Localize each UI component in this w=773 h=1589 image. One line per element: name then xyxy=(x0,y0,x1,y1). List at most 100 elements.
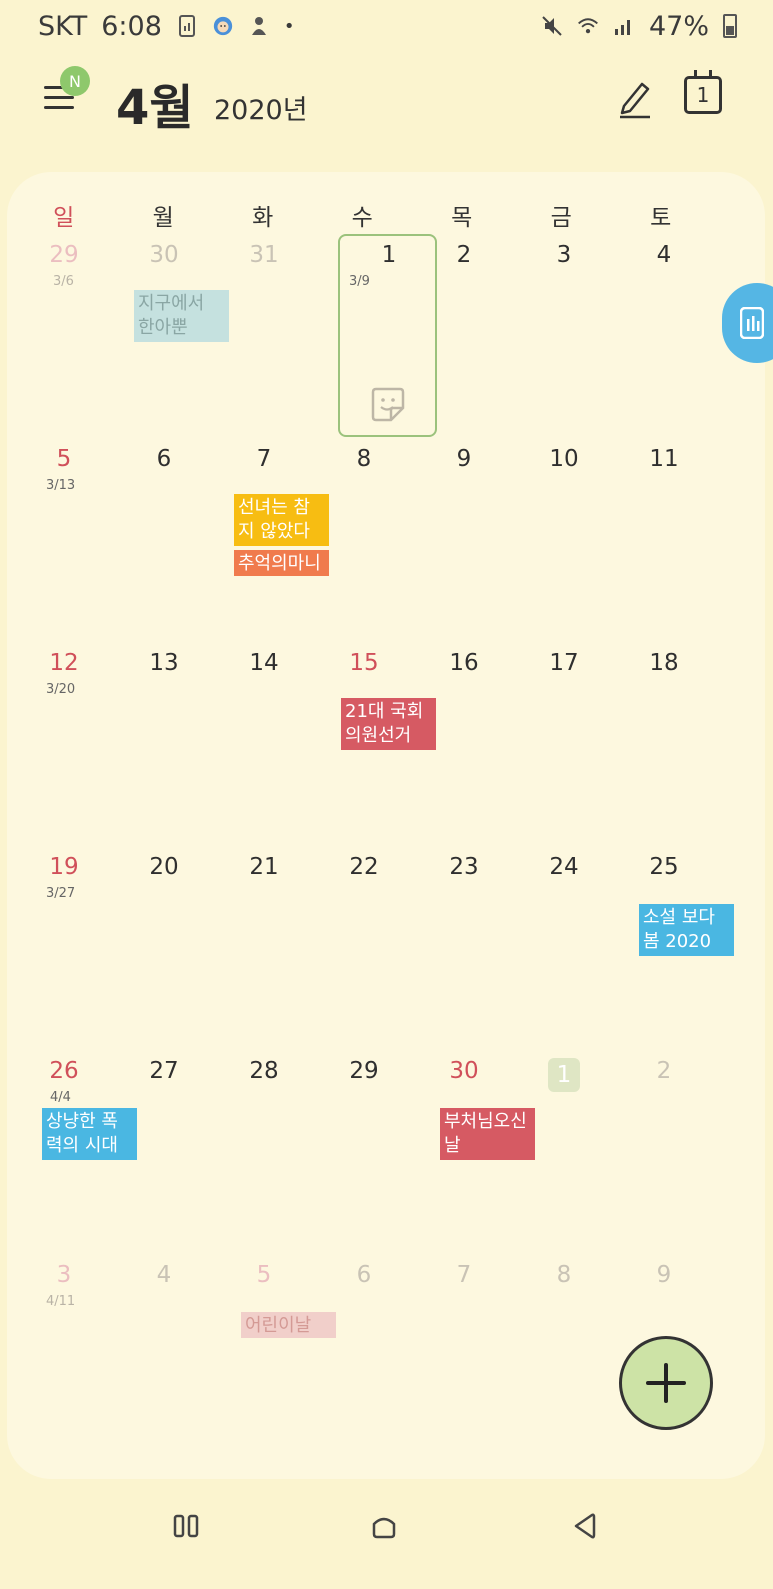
week-row: 19 3/27 20 21 22 23 24 25 소설 보다 봄 2020 xyxy=(14,846,734,1050)
mute-icon xyxy=(541,15,563,37)
day-cell[interactable]: 5 어린이날 xyxy=(214,1254,336,1458)
day-cell[interactable]: 13 xyxy=(114,642,214,846)
day-number: 25 xyxy=(649,854,679,880)
day-number: 20 xyxy=(149,854,179,880)
day-number: 5 xyxy=(256,1262,272,1288)
weekday-sun: 일 xyxy=(53,205,75,231)
week-row: 5 3/13 6 7 선녀는 참지 않았다 추억의마니 8 9 10 11 xyxy=(14,438,714,642)
lunar-date: 4/4 xyxy=(50,1090,71,1105)
system-nav-bar xyxy=(0,1480,773,1589)
lunar-date: 3/20 xyxy=(46,682,76,697)
day-cell[interactable]: 18 xyxy=(614,642,714,846)
day-cell[interactable]: 3 4/11 xyxy=(14,1254,114,1458)
day-number: 6 xyxy=(156,446,172,472)
weekday-mon: 월 xyxy=(152,205,174,231)
week-row: 29 3/6 30 지구에서 한아뿐 31 1 3/9 2 3 4 xyxy=(14,234,714,438)
day-cell[interactable]: 6 xyxy=(114,438,214,642)
day-number: 10 xyxy=(549,446,579,472)
day-number: 9 xyxy=(456,446,472,472)
day-cell[interactable]: 23 xyxy=(414,846,514,1050)
home-icon[interactable] xyxy=(370,1512,398,1540)
day-cell[interactable]: 15 21대 국회의원선거 xyxy=(314,642,436,846)
day-cell[interactable]: 24 xyxy=(514,846,614,1050)
add-event-button[interactable] xyxy=(619,1336,713,1430)
week-row: 3 4/11 4 5 어린이날 6 7 8 9 xyxy=(14,1254,714,1458)
day-number: 2 xyxy=(656,1058,672,1084)
day-cell[interactable]: 8 xyxy=(514,1254,614,1458)
day-number: 18 xyxy=(649,650,679,676)
signal-icon xyxy=(613,15,635,37)
weekday-wed: 수 xyxy=(351,205,373,231)
day-cell[interactable]: 16 xyxy=(414,642,514,846)
day-cell[interactable]: 27 xyxy=(114,1050,214,1254)
chart-panel-icon xyxy=(740,307,764,339)
pencil-icon xyxy=(620,82,650,119)
day-number: 23 xyxy=(449,854,479,880)
lunar-date: 3/6 xyxy=(53,274,74,289)
today-button[interactable]: 1 xyxy=(684,70,722,114)
calendar-card: 일 월 화 수 목 금 토 29 3/6 30 지구에서 한아뿐 31 1 3/… xyxy=(7,172,765,1479)
day-cell[interactable]: 4 xyxy=(114,1254,214,1458)
day-cell[interactable]: 29 3/6 xyxy=(14,234,114,438)
day-cell[interactable]: 19 3/27 xyxy=(14,846,114,1050)
edit-button[interactable] xyxy=(616,76,656,120)
day-cell[interactable]: 29 xyxy=(314,1050,414,1254)
day-number: 28 xyxy=(249,1058,279,1084)
day-number: 2 xyxy=(456,242,472,268)
sticker-icon[interactable] xyxy=(369,386,407,424)
weekday-tue: 화 xyxy=(252,205,274,231)
app-notification-icon xyxy=(248,15,270,37)
day-number: 30 xyxy=(449,1058,479,1084)
day-cell[interactable]: 12 3/20 xyxy=(14,642,114,846)
day-cell[interactable]: 25 소설 보다 봄 2020 xyxy=(614,846,734,1050)
day-cell[interactable]: 31 xyxy=(214,234,314,438)
day-cell[interactable]: 4 xyxy=(614,234,714,438)
day-number: 7 xyxy=(456,1262,472,1288)
day-cell[interactable]: 8 xyxy=(314,438,414,642)
day-cell[interactable]: 2 xyxy=(414,234,514,438)
avatar-notification-icon xyxy=(212,15,234,37)
day-number: 19 xyxy=(49,854,79,880)
day-cell[interactable]: 30 지구에서 한아뿐 xyxy=(114,234,229,438)
week-row: 12 3/20 13 14 15 21대 국회의원선거 16 17 18 xyxy=(14,642,714,846)
day-cell[interactable]: 28 xyxy=(214,1050,314,1254)
day-cell[interactable]: 30 부처님오신날 xyxy=(414,1050,535,1254)
year-title[interactable]: 2020년 xyxy=(214,88,308,127)
status-bar: SKT 6:08 • 47% xyxy=(0,0,773,52)
day-cell[interactable]: 7 선녀는 참지 않았다 추억의마니 xyxy=(214,438,329,642)
side-panel-tab[interactable] xyxy=(722,283,773,363)
day-cell[interactable]: 5 3/13 xyxy=(14,438,114,642)
day-cell[interactable]: 6 xyxy=(314,1254,414,1458)
day-number: 27 xyxy=(149,1058,179,1084)
day-cell[interactable]: 22 xyxy=(314,846,414,1050)
day-cell[interactable]: 20 xyxy=(114,846,214,1050)
chart-notification-icon xyxy=(176,15,198,37)
new-badge: N xyxy=(60,66,90,96)
day-cell[interactable]: 2 xyxy=(614,1050,714,1254)
day-cell[interactable]: 7 xyxy=(414,1254,514,1458)
day-cell[interactable]: 1 xyxy=(514,1050,614,1254)
day-cell[interactable]: 10 xyxy=(514,438,614,642)
day-cell[interactable]: 21 xyxy=(214,846,314,1050)
recent-apps-icon[interactable] xyxy=(173,1514,199,1538)
day-cell[interactable]: 3 xyxy=(514,234,614,438)
day-number: 29 xyxy=(49,242,79,268)
today-button-day: 1 xyxy=(696,83,710,107)
day-cell[interactable]: 26 4/4 상냥한 폭력의 시대 xyxy=(14,1050,137,1254)
day-cell[interactable]: 14 xyxy=(214,642,314,846)
day-cell[interactable]: 9 xyxy=(414,438,514,642)
day-number: 8 xyxy=(556,1262,572,1288)
back-icon[interactable] xyxy=(572,1512,596,1540)
day-number: 31 xyxy=(249,242,279,268)
event-chip[interactable]: 소설 보다 봄 2020 xyxy=(639,904,734,956)
day-cell[interactable]: 17 xyxy=(514,642,614,846)
day-cell[interactable]: 11 xyxy=(614,438,714,642)
day-number: 8 xyxy=(356,446,372,472)
day-number: 6 xyxy=(356,1262,372,1288)
battery-percent: 47% xyxy=(648,10,709,42)
month-grid: 29 3/6 30 지구에서 한아뿐 31 1 3/9 2 3 4 5 3/13… xyxy=(14,234,734,1458)
plus-icon xyxy=(646,1363,686,1403)
lunar-date: 3/13 xyxy=(46,478,76,493)
month-title[interactable]: 4월 xyxy=(116,68,194,138)
day-number: 30 xyxy=(149,242,179,268)
